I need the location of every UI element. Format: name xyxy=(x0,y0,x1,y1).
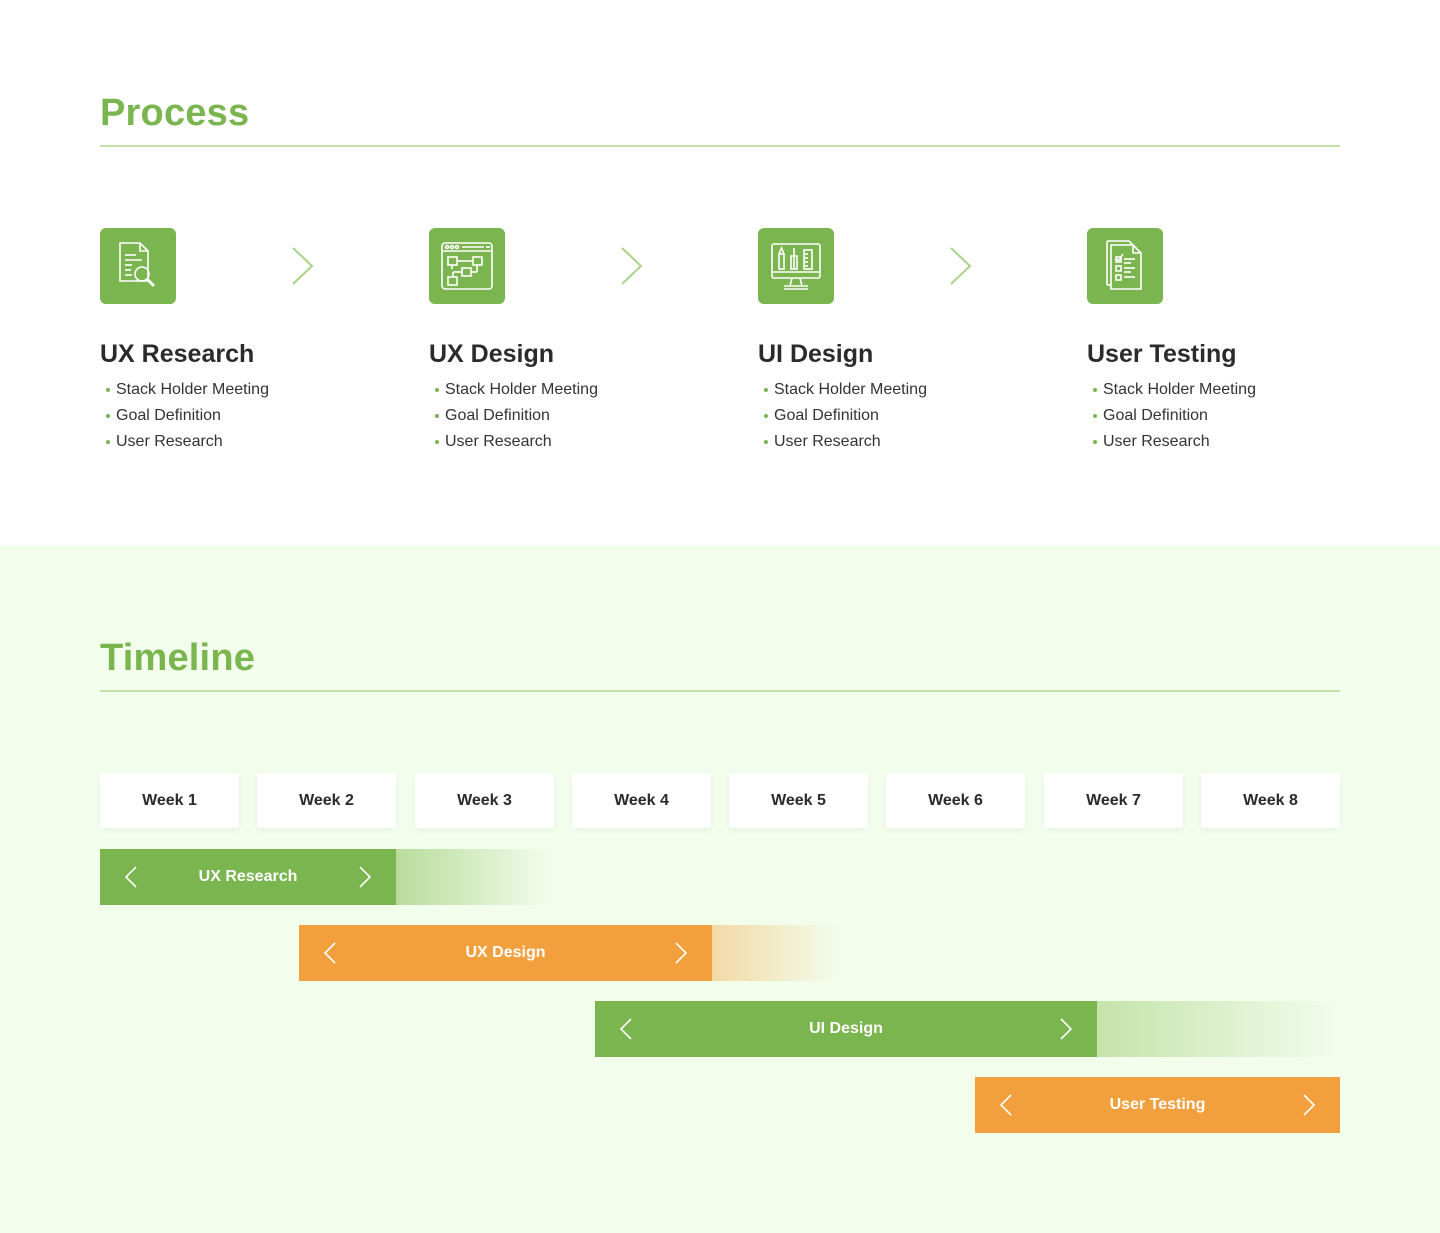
step-title: UX Research xyxy=(100,340,255,368)
chevron-left-icon[interactable] xyxy=(124,865,138,889)
timeline-bar-ux-design: UX Design xyxy=(299,925,839,981)
list-item: Stack Holder Meeting xyxy=(106,377,400,403)
week-header-1: Week 1 xyxy=(100,773,239,828)
bar-body: UI Design xyxy=(595,1001,1097,1057)
design-tools-monitor-icon xyxy=(758,228,834,304)
list-item: User Research xyxy=(764,429,1058,455)
list-item: User Research xyxy=(106,429,400,455)
step-bullet-list: Stack Holder Meeting Goal Definition Use… xyxy=(429,377,729,455)
week-header-5: Week 5 xyxy=(729,773,868,828)
bar-body: UX Research xyxy=(100,849,396,905)
chevron-left-icon[interactable] xyxy=(619,1017,633,1041)
list-item: Goal Definition xyxy=(1093,403,1387,429)
chevron-left-icon[interactable] xyxy=(999,1093,1013,1117)
list-item: Goal Definition xyxy=(435,403,729,429)
chevron-right-icon[interactable] xyxy=(1302,1093,1316,1117)
bar-label: UX Research xyxy=(198,868,298,885)
step-title: User Testing xyxy=(1087,340,1237,368)
week-header-7: Week 7 xyxy=(1044,773,1183,828)
bar-fade xyxy=(712,925,839,981)
step-bullet-list: Stack Holder Meeting Goal Definition Use… xyxy=(758,377,1058,455)
step-title: UI Design xyxy=(758,340,874,368)
bar-label: UI Design xyxy=(809,1020,883,1037)
list-item: User Research xyxy=(435,429,729,455)
process-step-ux-design: UX Design Stack Holder Meeting Goal Defi… xyxy=(429,228,729,455)
step-bullet-list: Stack Holder Meeting Goal Definition Use… xyxy=(1087,377,1387,455)
list-item: Stack Holder Meeting xyxy=(435,377,729,403)
list-item: Stack Holder Meeting xyxy=(764,377,1058,403)
timeline-bar-ui-design: UI Design xyxy=(595,1001,1340,1057)
chevron-left-icon[interactable] xyxy=(323,941,337,965)
step-title: UX Design xyxy=(429,340,555,368)
week-header-4: Week 4 xyxy=(572,773,711,828)
process-heading: Process xyxy=(100,92,250,134)
list-item: Goal Definition xyxy=(106,403,400,429)
chevron-right-icon[interactable] xyxy=(1059,1017,1073,1041)
process-step-user-testing: User Testing Stack Holder Meeting Goal D… xyxy=(1087,228,1387,455)
bar-fade xyxy=(1097,1001,1340,1057)
document-search-icon xyxy=(100,228,176,304)
bar-body: UX Design xyxy=(299,925,712,981)
timeline-divider xyxy=(100,690,1340,692)
bar-label: UX Design xyxy=(465,944,546,961)
process-step-ui-design: UI Design Stack Holder Meeting Goal Defi… xyxy=(758,228,1058,455)
chevron-right-icon[interactable] xyxy=(358,865,372,889)
list-item: Goal Definition xyxy=(764,403,1058,429)
step-bullet-list: Stack Holder Meeting Goal Definition Use… xyxy=(100,377,400,455)
list-item: User Research xyxy=(1093,429,1387,455)
timeline-bar-ux-research: UX Research xyxy=(100,849,550,905)
chevron-right-icon xyxy=(621,247,643,285)
week-header-2: Week 2 xyxy=(257,773,396,828)
week-header-6: Week 6 xyxy=(886,773,1025,828)
process-divider xyxy=(100,145,1340,147)
timeline-heading: Timeline xyxy=(100,637,256,679)
week-header-8: Week 8 xyxy=(1201,773,1340,828)
chevron-right-icon[interactable] xyxy=(674,941,688,965)
chevron-right-icon xyxy=(292,247,314,285)
list-item: Stack Holder Meeting xyxy=(1093,377,1387,403)
process-step-ux-research: UX Research Stack Holder Meeting Goal De… xyxy=(100,228,400,455)
checklist-icon xyxy=(1087,228,1163,304)
bar-body: User Testing xyxy=(975,1077,1340,1133)
bar-label: User Testing xyxy=(1109,1096,1206,1113)
wireframe-flow-icon xyxy=(429,228,505,304)
bar-fade xyxy=(396,849,550,905)
week-header-3: Week 3 xyxy=(415,773,554,828)
chevron-right-icon xyxy=(950,247,972,285)
timeline-bar-user-testing: User Testing xyxy=(975,1077,1340,1133)
